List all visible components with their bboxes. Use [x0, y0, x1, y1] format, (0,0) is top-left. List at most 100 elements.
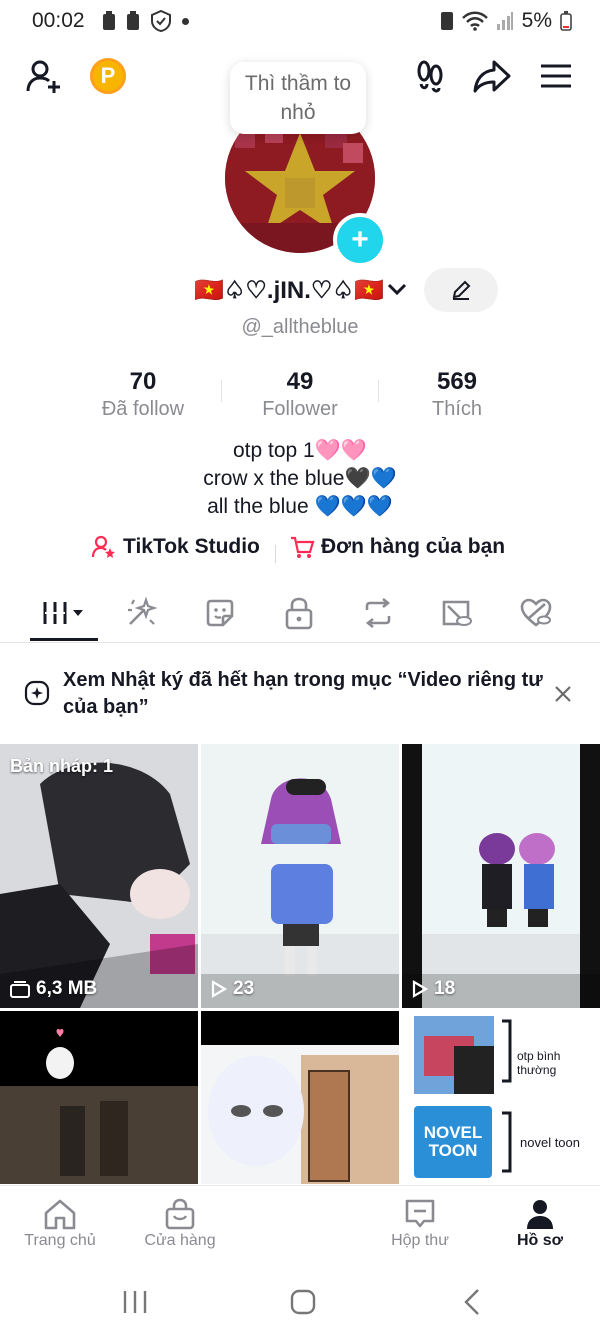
tab-videos[interactable] — [30, 585, 98, 641]
video-thumbnail[interactable]: 23 — [201, 744, 399, 1008]
tab-private[interactable] — [265, 585, 333, 641]
video-thumbnail[interactable] — [0, 1011, 198, 1184]
add-user-icon — [26, 60, 60, 93]
add-friend-button[interactable] — [20, 50, 68, 102]
view-count: 23 — [233, 978, 255, 999]
name-row: 🇻🇳♤♡.jIN.♡♤🇻🇳 — [0, 268, 600, 312]
tab-reposts-sparkle[interactable] — [107, 585, 175, 641]
divider — [275, 545, 276, 563]
nav-shop[interactable]: Cửa hàng — [130, 1196, 230, 1250]
draft-label: Bản nháp: 1 — [10, 756, 114, 776]
close-icon[interactable] — [554, 685, 572, 703]
back-icon[interactable] — [462, 1288, 482, 1316]
nav-profile[interactable]: Hồ sơ — [490, 1196, 590, 1250]
nfc-icon — [440, 12, 453, 30]
thumbnail-image — [201, 1011, 399, 1184]
video-thumbnail[interactable] — [201, 1011, 399, 1184]
tiktok-studio-link[interactable]: TikTok Studio — [91, 534, 260, 560]
stat-value: 70 — [129, 368, 157, 395]
nav-label: Cửa hàng — [144, 1232, 216, 1249]
profile-stats: 70 Đã follow 49 Follower 569 Thích — [0, 368, 600, 428]
bio-line: all the blue 💙💙💙 — [207, 495, 393, 518]
status-system-icons: 5% — [440, 9, 572, 33]
coins-button[interactable]: P — [84, 50, 132, 102]
bio-line: crow x the blue🖤💙 — [203, 467, 397, 490]
view-count: 18 — [434, 978, 456, 999]
content-tabs — [0, 585, 600, 643]
thumbnail-image — [0, 744, 198, 1008]
system-nav-bar — [0, 1268, 600, 1338]
tab-liked[interactable] — [502, 585, 570, 641]
heart-hidden-icon — [520, 598, 552, 627]
sticker-icon — [206, 599, 234, 627]
inbox-icon — [405, 1199, 435, 1228]
status-time: 00:02 — [32, 9, 85, 32]
thumbnail-text: novel toon — [520, 1135, 580, 1150]
video-caption: 23 — [211, 978, 254, 1000]
play-icon — [412, 980, 428, 998]
video-grid: Bản nháp: 1 6,3 MB 23 18 otp bình thường… — [0, 744, 600, 1184]
nav-home[interactable]: Trang chủ — [10, 1196, 110, 1250]
whisper-tooltip[interactable]: Thì thầm to nhỏ — [230, 62, 366, 134]
stat-following[interactable]: 70 Đã follow — [65, 368, 221, 421]
play-icon — [211, 980, 227, 998]
battery-percent: 5% — [521, 9, 552, 32]
menu-button[interactable] — [532, 50, 580, 102]
battery-icon — [560, 11, 572, 31]
grid-icon — [43, 602, 83, 624]
recent-apps-icon[interactable] — [122, 1289, 148, 1315]
stat-label: Follower — [262, 398, 338, 420]
novel-toon-logo: NOVEL TOON — [414, 1106, 492, 1178]
stat-followers[interactable]: 49 Follower — [222, 368, 378, 421]
shield-icon — [151, 10, 171, 32]
cart-icon — [291, 536, 315, 558]
hamburger-icon — [541, 64, 571, 88]
logo-text: NOVEL TOON — [423, 1123, 483, 1160]
video-thumbnail-draft[interactable]: Bản nháp: 1 6,3 MB — [0, 744, 198, 1008]
nav-label: Trang chủ — [24, 1232, 96, 1249]
add-avatar-button[interactable]: + — [333, 213, 387, 267]
sparkle-repost-icon — [128, 596, 158, 625]
shop-icon — [165, 1198, 195, 1230]
home-button-icon[interactable] — [290, 1289, 316, 1315]
stat-label: Đã follow — [101, 398, 185, 420]
footprint-icon — [417, 60, 443, 93]
share-arrow-icon — [473, 60, 511, 93]
chevron-down-icon[interactable] — [386, 278, 408, 300]
tab-reposts[interactable] — [344, 585, 412, 641]
battery-saver-icon — [103, 11, 115, 30]
display-name[interactable]: 🇻🇳♤♡.jIN.♡♤🇻🇳 — [194, 276, 384, 305]
dot-icon — [182, 17, 189, 25]
bio-line: otp top 1🩷🩷 — [232, 439, 368, 462]
video-caption: 6,3 MB — [10, 978, 97, 1000]
footprint-button[interactable] — [406, 50, 454, 102]
stat-value: 49 — [286, 368, 314, 395]
wifi-icon — [461, 11, 488, 31]
notice-text: Xem Nhật ký đã hết hạn trong mục “Video … — [63, 669, 543, 718]
orders-label: Đơn hàng của bạn — [321, 535, 506, 558]
thumbnail-image — [414, 1016, 494, 1094]
orders-link[interactable]: Đơn hàng của bạn — [289, 534, 505, 560]
stat-value: 569 — [436, 368, 478, 395]
tooltip-text: Thì thầm to nhỏ — [244, 72, 352, 124]
sparkle-circle-icon — [24, 680, 50, 706]
bracket-icon — [502, 1111, 512, 1173]
thumbnail-image — [201, 744, 399, 1008]
thumbnail-text: otp bình thường — [517, 1049, 561, 1077]
battery-notification-icon — [127, 11, 139, 30]
video-thumbnail[interactable]: otp bình thường NOVEL TOON novel toon — [402, 1011, 600, 1184]
tab-hidden-tags[interactable] — [423, 585, 491, 641]
video-caption: 18 — [412, 978, 455, 1000]
nav-inbox[interactable]: Hộp thư — [370, 1196, 470, 1250]
home-icon — [44, 1199, 76, 1230]
status-notification-icons — [102, 10, 189, 32]
share-profile-button[interactable] — [468, 50, 516, 102]
edit-profile-button[interactable] — [424, 268, 498, 312]
video-thumbnail[interactable]: 18 — [402, 744, 600, 1008]
tab-stickers[interactable] — [186, 585, 254, 641]
profile-icon — [527, 1200, 553, 1229]
draft-size: 6,3 MB — [36, 978, 98, 999]
expired-diary-notice[interactable]: Xem Nhật ký đã hết hạn trong mục “Video … — [0, 652, 600, 738]
stat-likes[interactable]: 569 Thích — [379, 368, 535, 421]
bracket-icon — [502, 1019, 512, 1083]
